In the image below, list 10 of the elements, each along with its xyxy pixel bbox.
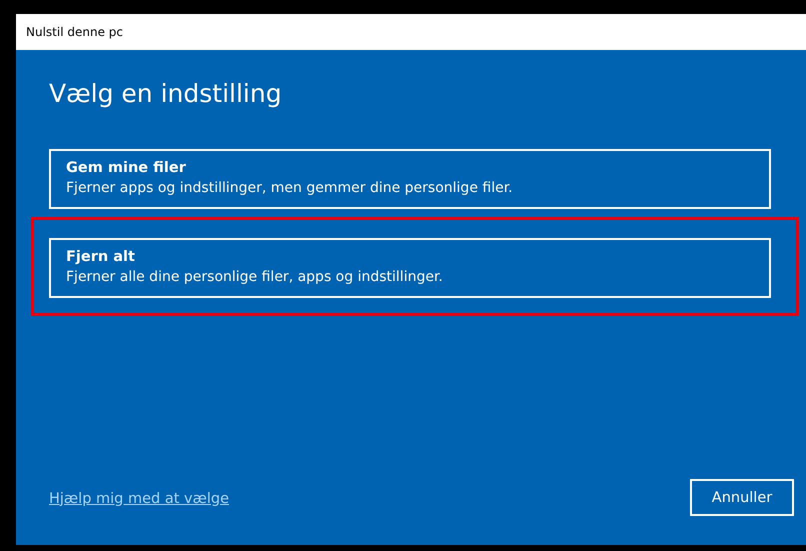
- option-title: Gem mine filer: [66, 159, 186, 178]
- option-button[interactable]: Gem mine filer Fjerner apps og indstillinger, men gemmer dine personlige filer.: [49, 149, 771, 209]
- option-button[interactable]: Fjern alt Fjerner alle dine personlige filer, apps og indstillinger.: [49, 238, 771, 298]
- option-description: Fjerner alle dine personlige filer, apps og indstillinger.: [66, 268, 443, 287]
- option-description: Fjerner apps og indstillinger, men gemmer dine personlige filer.: [66, 179, 513, 198]
- window-title: Nulstil denne pc: [26, 25, 123, 39]
- option-title: Fjern alt: [66, 248, 135, 267]
- dialog-heading: Vælg en indstilling: [49, 78, 283, 110]
- help-link[interactable]: Hjælp mig med at vælge: [49, 490, 229, 506]
- cancel-button[interactable]: Annuller: [690, 479, 794, 516]
